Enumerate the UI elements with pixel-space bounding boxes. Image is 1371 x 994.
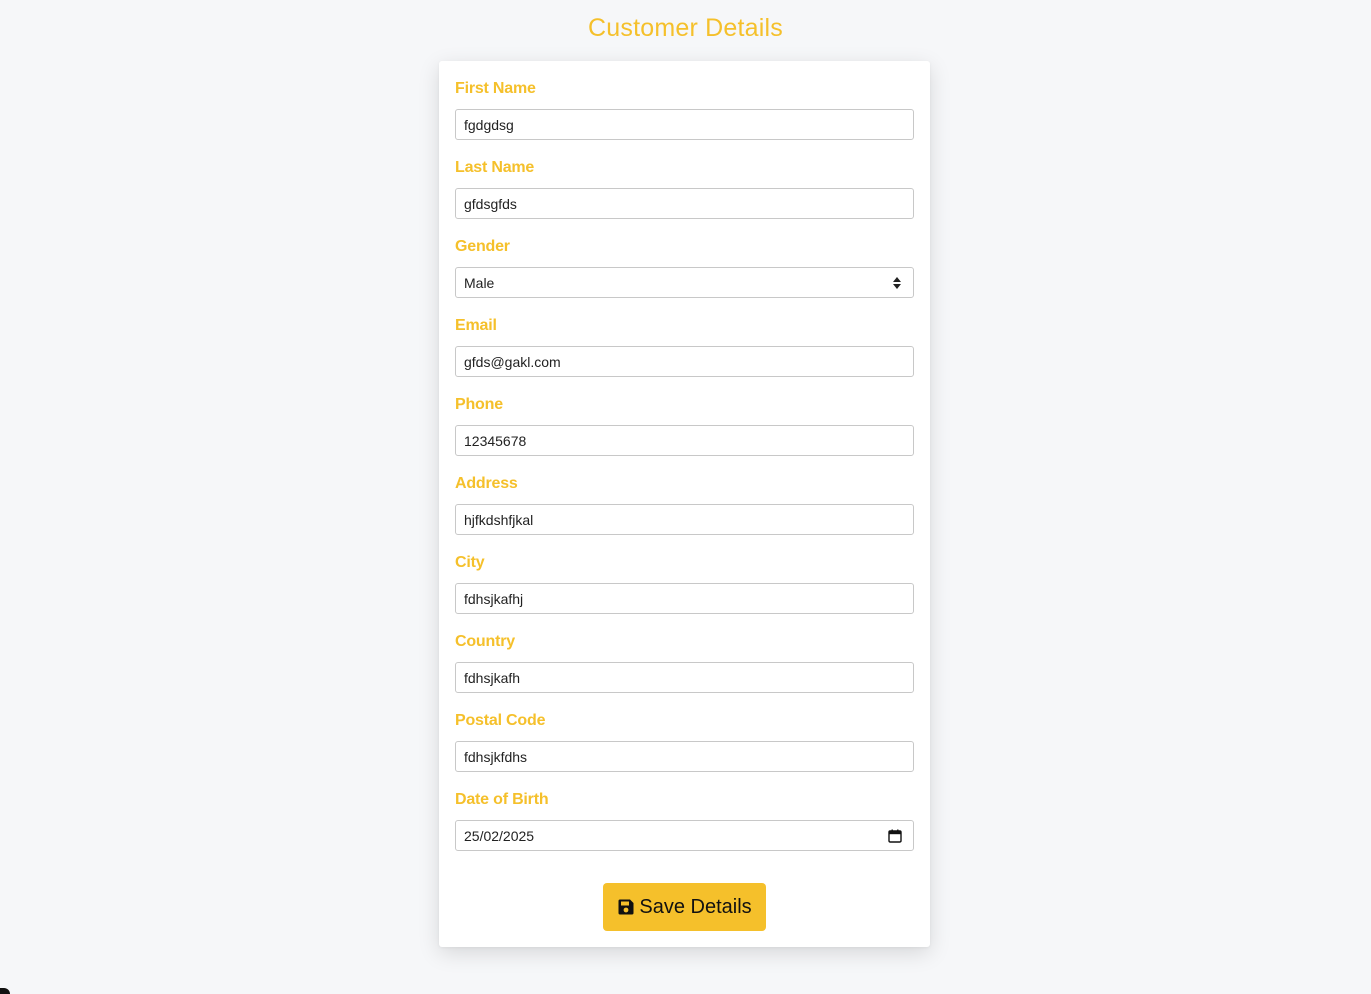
customer-details-card: First Name fgdgdsg Last Name gfdsgfds Ge… [439, 61, 930, 947]
calendar-icon[interactable] [888, 829, 902, 843]
country-input[interactable]: fdhsjkafh [455, 662, 914, 693]
date-of-birth-input[interactable]: 25/02/2025 [455, 820, 914, 851]
last-name-field: Last Name gfdsgfds [455, 158, 914, 237]
postal-code-label: Postal Code [455, 712, 546, 729]
first-name-label: First Name [455, 80, 536, 97]
email-input[interactable]: gfds@gakl.com [455, 346, 914, 377]
phone-input[interactable]: 12345678 [455, 425, 914, 456]
city-input[interactable]: fdhsjkafhj [455, 583, 914, 614]
gender-label: Gender [455, 238, 510, 255]
address-value: hjfkdshfjkal [464, 511, 534, 528]
address-input[interactable]: hjfkdshfjkal [455, 504, 914, 535]
address-label: Address [455, 475, 518, 492]
city-field: City fdhsjkafhj [455, 553, 914, 632]
first-name-value: fgdgdsg [464, 116, 514, 133]
form-actions: Save Details [439, 883, 930, 931]
email-field: Email gfds@gakl.com [455, 316, 914, 395]
date-of-birth-value: 25/02/2025 [464, 827, 535, 844]
first-name-field: First Name fgdgdsg [455, 79, 914, 158]
gender-select[interactable]: Male [455, 267, 914, 298]
page-title: Customer Details [588, 14, 783, 42]
select-arrows-icon [892, 276, 902, 290]
postal-code-value: fdhsjkfdhs [464, 748, 528, 765]
floppy-disk-icon [618, 899, 634, 915]
date-of-birth-label: Date of Birth [455, 791, 549, 808]
save-button-label: Save Details [639, 895, 752, 918]
last-name-value: gfdsgfds [464, 195, 517, 212]
date-of-birth-field: Date of Birth 25/02/2025 [455, 790, 914, 869]
first-name-input[interactable]: fgdgdsg [455, 109, 914, 140]
email-value: gfds@gakl.com [464, 353, 561, 370]
phone-value: 12345678 [464, 432, 527, 449]
gender-value: Male [464, 274, 495, 291]
phone-field: Phone 12345678 [455, 395, 914, 474]
country-field: Country fdhsjkafh [455, 632, 914, 711]
window-corner [0, 988, 10, 994]
last-name-input[interactable]: gfdsgfds [455, 188, 914, 219]
city-label: City [455, 554, 485, 571]
postal-code-input[interactable]: fdhsjkfdhs [455, 741, 914, 772]
country-label: Country [455, 633, 515, 650]
gender-field: Gender Male [455, 237, 914, 316]
email-label: Email [455, 317, 497, 334]
city-value: fdhsjkafhj [464, 590, 524, 607]
save-details-button[interactable]: Save Details [603, 883, 766, 931]
phone-label: Phone [455, 396, 503, 413]
country-value: fdhsjkafh [464, 669, 521, 686]
address-field: Address hjfkdshfjkal [455, 474, 914, 553]
last-name-label: Last Name [455, 159, 535, 176]
postal-code-field: Postal Code fdhsjkfdhs [455, 711, 914, 790]
